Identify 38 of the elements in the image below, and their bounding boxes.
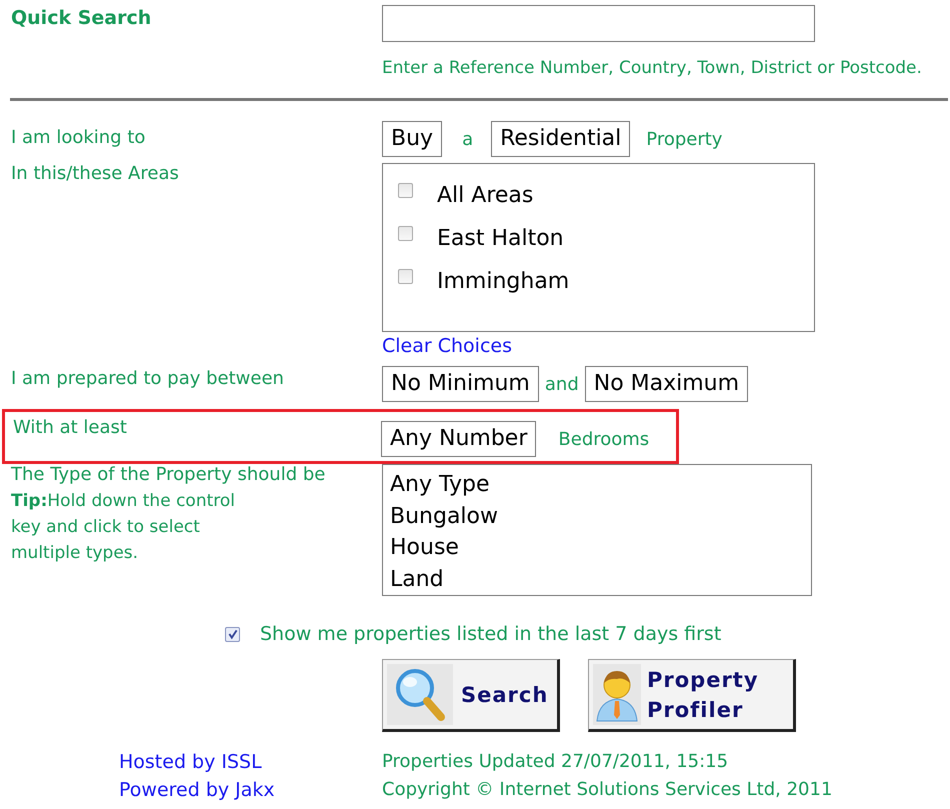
- property-type-select[interactable]: Residential: [491, 121, 630, 157]
- bedrooms-label: With at least: [13, 417, 128, 440]
- quick-search-hint: Enter a Reference Number, Country, Town, District or Postcode.: [382, 58, 922, 78]
- recent-first-checkbox[interactable]: [225, 626, 240, 642]
- property-type-listbox[interactable]: Any Type Bungalow House Land: [382, 464, 812, 596]
- recent-first-label: Show me properties listed in the last 7 days first: [260, 623, 722, 645]
- footer-link[interactable]: Powered by Jakx: [119, 776, 275, 804]
- area-option[interactable]: Immingham: [437, 269, 570, 294]
- quick-search-field[interactable]: [382, 5, 815, 42]
- area-option[interactable]: East Halton: [437, 226, 564, 251]
- property-type-option[interactable]: House: [390, 532, 804, 564]
- property-text: Property: [646, 128, 722, 150]
- search-button[interactable]: Search: [382, 659, 560, 732]
- property-type-option[interactable]: Any Type: [390, 469, 804, 500]
- tip-text: Tip:Hold down the control key and click to select multiple types.: [11, 490, 236, 565]
- price-label: I am prepared to pay between: [11, 367, 285, 391]
- maximum-price-select[interactable]: No Maximum: [584, 366, 748, 402]
- area-checkbox[interactable]: [398, 226, 413, 241]
- property-type-option[interactable]: Bungalow: [390, 500, 804, 532]
- looking-to-label: I am looking to: [11, 126, 146, 150]
- quick-search-label: Quick Search: [11, 6, 152, 31]
- area-checkbox[interactable]: [398, 183, 413, 198]
- transaction-select[interactable]: Buy: [382, 121, 442, 157]
- copyright-text: Copyright © Internet Solutions Services Ltd, 2011: [382, 778, 832, 802]
- connector-text: and: [544, 374, 579, 394]
- clear-choices-link[interactable]: Clear Choices: [382, 335, 512, 357]
- property-type-label: The Type of the Property should be: [11, 464, 326, 485]
- footer-link[interactable]: Hosted by ISSL: [119, 748, 262, 776]
- bedrooms-text: Bedrooms: [558, 428, 650, 450]
- bedrooms-select[interactable]: Any Number: [381, 421, 536, 457]
- minimum-price-select[interactable]: No Minimum: [382, 366, 539, 402]
- property-profiler-button[interactable]: Property Profiler: [588, 659, 796, 732]
- areas-label: In this/these Areas: [11, 163, 180, 186]
- updated-text: Properties Updated 27/07/2011, 15:15: [382, 750, 730, 774]
- property-type-option[interactable]: Land: [390, 564, 804, 595]
- connector-text: a: [462, 128, 474, 150]
- area-checkbox[interactable]: [398, 269, 413, 284]
- area-option[interactable]: All Areas: [437, 183, 534, 208]
